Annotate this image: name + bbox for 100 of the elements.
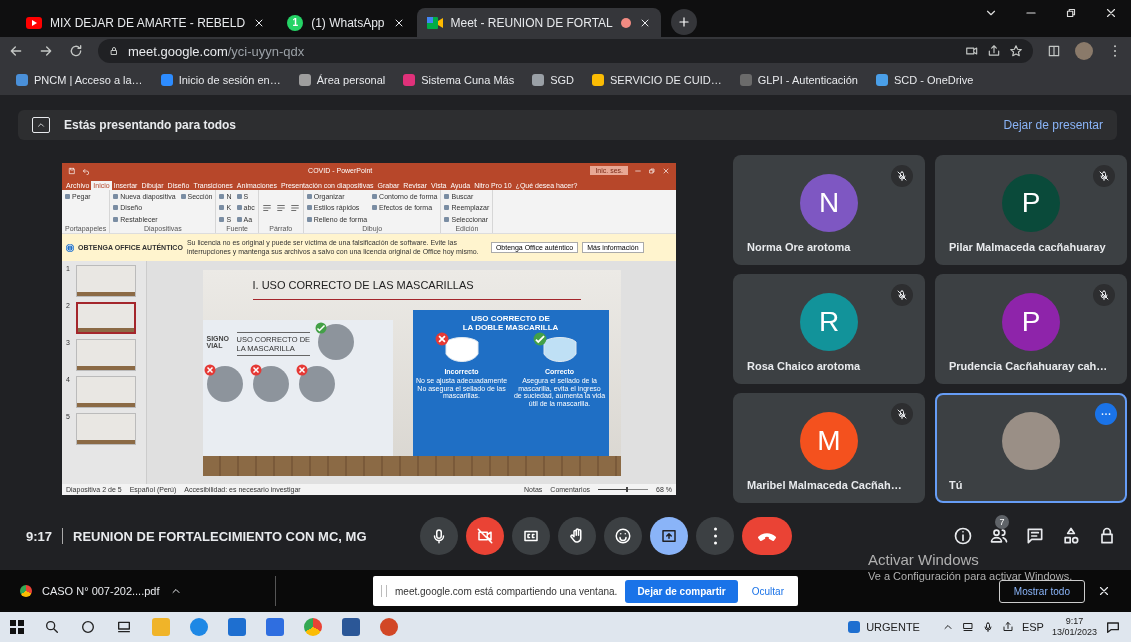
presenting-message: Estás presentando para todos	[64, 118, 238, 132]
more-options-button[interactable]	[1095, 403, 1117, 425]
reactions-button[interactable]	[604, 517, 642, 555]
clock-time[interactable]: 9:17	[1065, 616, 1084, 627]
save-icon[interactable]	[68, 166, 76, 175]
microphone-button[interactable]	[420, 517, 458, 555]
mic-icon[interactable]	[981, 621, 994, 633]
undo-icon[interactable]	[82, 166, 90, 175]
shapes-icon[interactable]	[1061, 526, 1081, 546]
windows-logo-icon[interactable]	[10, 620, 24, 634]
side-panel-icon[interactable]	[1047, 44, 1061, 58]
panel-heading: USO CORRECTO DE	[471, 313, 550, 323]
smiley-icon	[614, 527, 632, 545]
person-illustration	[252, 365, 289, 402]
bookmark[interactable]: Inicio de sesión en…	[178, 74, 281, 86]
lock-icon	[108, 45, 120, 57]
bookmark[interactable]: SERVICIO DE CUID…	[610, 74, 722, 86]
camera-button[interactable]	[466, 517, 504, 555]
avatar: R	[800, 293, 858, 351]
mic-off-icon	[896, 170, 908, 182]
clock-date[interactable]: 13/01/2023	[1051, 627, 1097, 638]
browser-tab[interactable]: Meet - REUNION DE FORTAL	[416, 8, 661, 37]
participant-name: Prudencia Cacñahuaray cah…	[949, 360, 1108, 372]
count-badge: 7	[995, 515, 1009, 529]
slide-thumbnail[interactable]	[76, 302, 136, 334]
participant-name: Tú	[949, 479, 963, 491]
stop-presenting-link[interactable]: Dejar de presentar	[1003, 118, 1103, 132]
share-icon[interactable]	[987, 44, 1001, 58]
slide-thumbnail[interactable]	[76, 413, 136, 445]
forward-icon[interactable]	[38, 43, 54, 59]
video-camera-icon	[426, 15, 443, 30]
profile-avatar[interactable]	[1075, 42, 1093, 60]
avatar: M	[800, 412, 858, 470]
news-label[interactable]: URGENTE	[866, 621, 920, 633]
notification-icon[interactable]	[1105, 619, 1121, 635]
participant-name: Maribel Malmaceda Cacñah…	[747, 479, 902, 491]
avatar: P	[1002, 293, 1060, 351]
reload-icon[interactable]	[68, 43, 84, 59]
meeting-time: 9:17	[26, 528, 53, 544]
language-indicator[interactable]: ESP	[1021, 621, 1044, 633]
avatar: P	[1002, 174, 1060, 232]
circle-logo-icon[interactable]	[304, 618, 322, 636]
bookmark[interactable]: SCD - OneDrive	[893, 74, 974, 86]
bookmark[interactable]: SGD	[550, 74, 575, 86]
show-all-button[interactable]: Mostrar todo	[998, 579, 1085, 603]
chat-badge: 1	[287, 14, 304, 31]
bookmark[interactable]: GLPI - Autenticación	[757, 74, 858, 86]
circle-logo-icon	[20, 585, 32, 597]
restore-icon[interactable]	[1064, 6, 1078, 20]
download-file[interactable]: CASO N° 007-202....pdf	[42, 585, 160, 597]
raise-hand-button[interactable]	[558, 517, 596, 555]
share-message: meet.google.com está compartiendo una ventana.	[395, 585, 618, 597]
browser-tab[interactable]: MIX DEJAR DE AMARTE - REBELD	[16, 8, 276, 37]
meeting-title: REUNION DE FORTALECIMIENTO CON MC, MG	[73, 528, 367, 544]
info-icon[interactable]	[953, 526, 973, 546]
person-illustration	[206, 365, 243, 402]
person-illustration	[318, 323, 355, 360]
presentation-app-icon[interactable]	[380, 618, 398, 636]
task-view-icon[interactable]	[116, 619, 132, 635]
captions-button[interactable]	[512, 517, 550, 555]
people-icon[interactable]	[989, 526, 1009, 546]
photo-placeholder	[1002, 412, 1060, 470]
list-icon	[275, 203, 286, 213]
mic-off-icon	[1098, 170, 1110, 182]
slide-thumbnail[interactable]	[76, 339, 136, 371]
news-icon	[848, 621, 861, 633]
hide-button[interactable]: Ocultar	[745, 584, 790, 598]
present-button[interactable]	[650, 517, 688, 555]
globe-icon[interactable]	[190, 618, 208, 636]
activation-title: Activar Windows	[868, 551, 980, 568]
avatar: N	[800, 174, 858, 232]
browser-tab[interactable]: 1 (1) WhatsApp	[277, 8, 415, 37]
bookmark[interactable]: Sistema Cuna Más	[421, 74, 515, 86]
camera-icon[interactable]	[965, 44, 979, 58]
camera-off-icon	[476, 527, 494, 545]
new-tab-button[interactable]	[670, 9, 697, 35]
participant-name: Norma Ore arotoma	[747, 241, 851, 253]
list-icon	[261, 203, 272, 213]
slide-thumbnail[interactable]	[76, 265, 136, 297]
address-bar[interactable]: meet.google.com/yci-uyyn-qdx	[98, 39, 1033, 63]
mic-off-icon	[1098, 289, 1110, 301]
star-icon[interactable]	[1009, 44, 1023, 58]
list-icon	[289, 203, 300, 213]
leave-call-button[interactable]	[742, 517, 792, 555]
back-icon[interactable]	[8, 43, 24, 59]
play-icon	[26, 16, 42, 29]
more-options-button[interactable]	[696, 517, 734, 555]
slide-title: I. USO CORRECTO DE LAS MASCARILLAS	[252, 279, 475, 291]
info-icon	[66, 243, 74, 252]
panel-heading: LA DOBLE MASCARILLA	[462, 322, 559, 332]
chat-icon[interactable]	[1025, 526, 1045, 546]
bookmark[interactable]: Área personal	[316, 74, 386, 86]
stop-sharing-button[interactable]: Dejar de compartir	[625, 579, 738, 603]
phone-icon	[758, 531, 776, 541]
search-icon[interactable]	[44, 619, 60, 635]
close-icon[interactable]	[1097, 584, 1111, 598]
close-icon[interactable]	[1104, 6, 1118, 20]
participant-name: Rosa Chaico arotoma	[747, 360, 861, 372]
slide-thumbnail[interactable]	[76, 376, 136, 408]
bookmark[interactable]: PNCM | Acceso a la…	[34, 74, 143, 86]
